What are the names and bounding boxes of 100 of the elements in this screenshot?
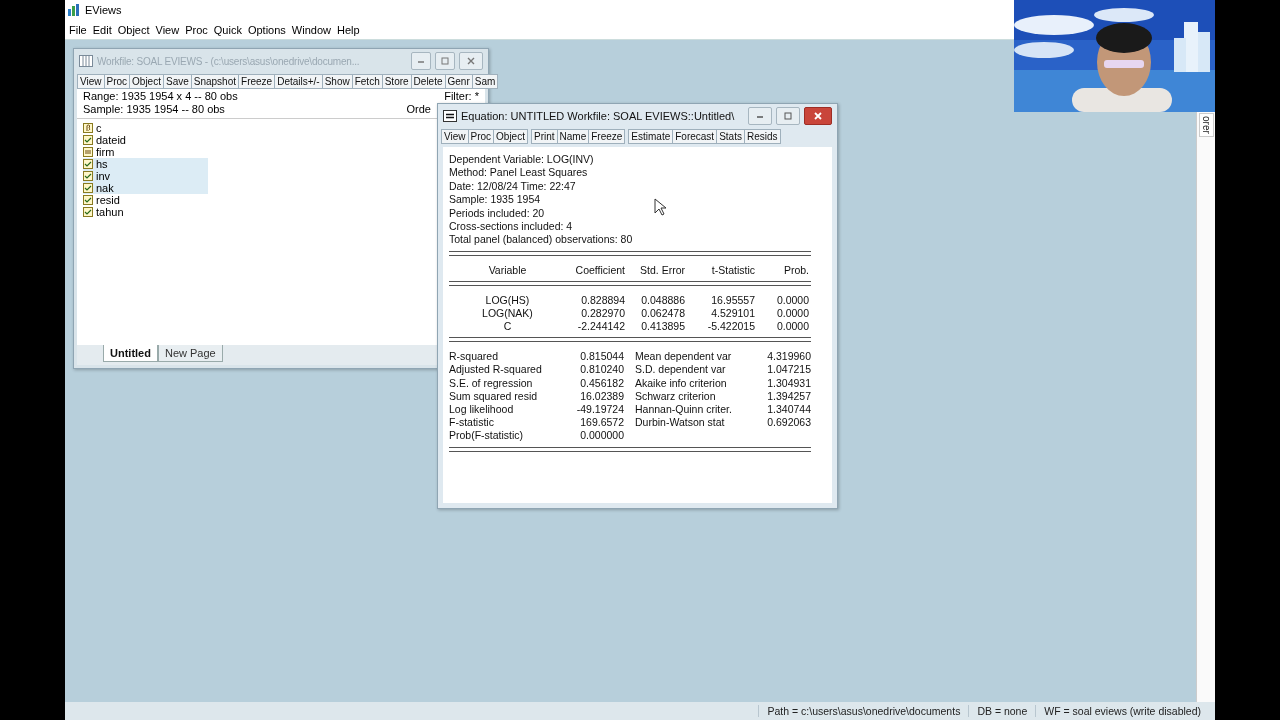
status-text: DB = none <box>968 705 1036 717</box>
table-cell-text: 1.304931 <box>766 376 811 390</box>
object-item[interactable]: hs <box>83 158 208 170</box>
close-button[interactable] <box>804 107 832 125</box>
toolbar-button[interactable]: Details+/- <box>274 73 323 89</box>
table-cell-text: S.D. dependent var <box>634 363 727 377</box>
column-header: Prob. <box>782 263 809 277</box>
toolbar-button[interactable]: View <box>441 128 469 144</box>
table-cell-text: 0.692063 <box>766 416 811 430</box>
toolbar-button[interactable]: Print <box>530 128 558 144</box>
object-item[interactable]: dateid <box>83 134 208 146</box>
output-line: Method: Panel Least Squares <box>449 166 588 180</box>
table-cell-text: 4.319960 <box>766 350 811 364</box>
toolbar-button[interactable]: Fetch <box>351 73 383 89</box>
toolbar-button[interactable]: Resids <box>743 128 781 144</box>
table-cell-text: 0.810240 <box>579 363 624 377</box>
menu-item[interactable]: Help <box>335 23 365 36</box>
status-text: Path = c:\users\asus\onedrive\documents <box>758 705 969 717</box>
workfile-icon <box>79 55 93 67</box>
column-header: t-Statistic <box>710 263 755 277</box>
menu-item[interactable]: Window <box>290 23 336 36</box>
series-icon <box>83 159 93 169</box>
window-title: EViews <box>85 4 122 16</box>
maximize-icon <box>783 111 793 121</box>
table-cell-text: 16.02389 <box>579 389 624 404</box>
series-icon <box>83 195 93 205</box>
menu-item[interactable]: Quick <box>212 23 247 36</box>
toolbar-button[interactable]: Object <box>129 73 164 89</box>
page-tab[interactable]: Untitled <box>103 345 158 362</box>
table-cell-text: LOG(HS) <box>484 293 531 307</box>
toolbar-button[interactable]: Estimate <box>628 128 674 144</box>
table-cell-text: Log likelihood <box>449 403 515 417</box>
table-cell-text: -5.422015 <box>706 320 755 334</box>
toolbar-button[interactable]: Freeze <box>588 128 626 144</box>
close-button[interactable] <box>459 52 483 70</box>
table-cell-text: Schwarz criterion <box>634 389 717 404</box>
output-line: Periods included: 20 <box>449 206 545 220</box>
object-item[interactable]: resid <box>83 194 208 206</box>
table-cell-text: 0.456182 <box>579 376 624 390</box>
table-cell-text: LOG(NAK) <box>481 306 534 321</box>
table-cell-text: 0.000000 <box>579 429 624 443</box>
menu-item[interactable]: Options <box>246 23 291 36</box>
column-header: Coefficient <box>574 263 625 277</box>
toolbar-button[interactable]: Forecast <box>672 128 718 144</box>
order-text: Orde <box>406 103 431 116</box>
table-cell-text: 0.048886 <box>640 293 685 307</box>
object-item[interactable]: nak <box>83 182 208 194</box>
menu-item[interactable]: File <box>68 23 92 36</box>
toolbar-button[interactable]: Show <box>321 73 353 89</box>
coefficient-icon <box>83 123 93 133</box>
maximize-icon <box>440 56 450 66</box>
table-cell-text: 1.394257 <box>766 389 811 404</box>
toolbar-button[interactable]: Genr <box>444 73 473 89</box>
toolbar-button[interactable]: View <box>77 73 105 89</box>
minimize-button[interactable] <box>748 107 772 125</box>
table-cell-text: 0.062478 <box>640 306 685 321</box>
object-item[interactable]: inv <box>83 170 208 182</box>
object-item[interactable]: c <box>83 122 208 134</box>
alpha-series-icon <box>83 147 93 157</box>
maximize-button[interactable] <box>776 107 800 125</box>
output-line: Total panel (balanced) observations: 80 <box>449 233 633 247</box>
table-cell-text: 1.047215 <box>766 363 811 377</box>
toolbar-button[interactable]: Store <box>381 73 412 89</box>
toolbar-button[interactable]: Sam <box>471 73 499 89</box>
table-cell-text: C <box>502 320 513 334</box>
table-cell-text: 0.282970 <box>580 306 625 321</box>
toolbar-button[interactable]: Object <box>493 128 528 144</box>
output-line: Dependent Variable: LOG(INV) <box>449 153 594 167</box>
menu-item[interactable]: View <box>154 23 185 36</box>
table-cell-text: 4.529101 <box>710 306 755 321</box>
menu-item[interactable]: Object <box>116 23 155 36</box>
toolbar-button[interactable]: Delete <box>410 73 446 89</box>
column-header: Variable <box>487 263 528 277</box>
output-line: Cross-sections included: 4 <box>449 219 573 234</box>
side-tab[interactable]: orer <box>1198 113 1214 137</box>
series-icon <box>83 135 93 145</box>
menu-item[interactable]: Proc <box>184 23 213 36</box>
range-text: Range: 1935 1954 x 4 -- 80 obs <box>83 90 238 103</box>
column-header: Std. Error <box>639 263 685 277</box>
equation-icon <box>443 110 457 122</box>
close-icon <box>466 56 476 66</box>
page-tab[interactable]: New Page <box>157 345 223 362</box>
table-cell-text: Akaike info criterion <box>634 376 728 390</box>
table-cell-text: Durbin-Watson stat <box>634 416 726 430</box>
table-cell-text: -49.19724 <box>575 403 624 417</box>
minimize-button[interactable] <box>411 52 431 70</box>
object-item[interactable]: firm <box>83 146 208 158</box>
window-title: Equation: UNTITLED Workfile: SOAL EVIEWS::Untitled\ <box>461 110 736 122</box>
maximize-button[interactable] <box>435 52 455 70</box>
toolbar-button[interactable]: Snapshot <box>190 73 240 89</box>
close-icon <box>813 111 823 121</box>
toolbar-button[interactable]: Stats <box>716 128 745 144</box>
toolbar-button[interactable]: Freeze <box>238 73 276 89</box>
table-cell-text: R-squared <box>449 350 500 364</box>
toolbar-button[interactable]: Save <box>162 73 192 89</box>
series-icon <box>83 171 93 181</box>
object-item[interactable]: tahun <box>83 206 208 218</box>
menu-item[interactable]: Edit <box>91 23 117 36</box>
series-icon <box>83 183 93 193</box>
window-title: Workfile: SOAL EVIEWS - (c:\users\asus\onedrive\documen... <box>97 55 361 67</box>
